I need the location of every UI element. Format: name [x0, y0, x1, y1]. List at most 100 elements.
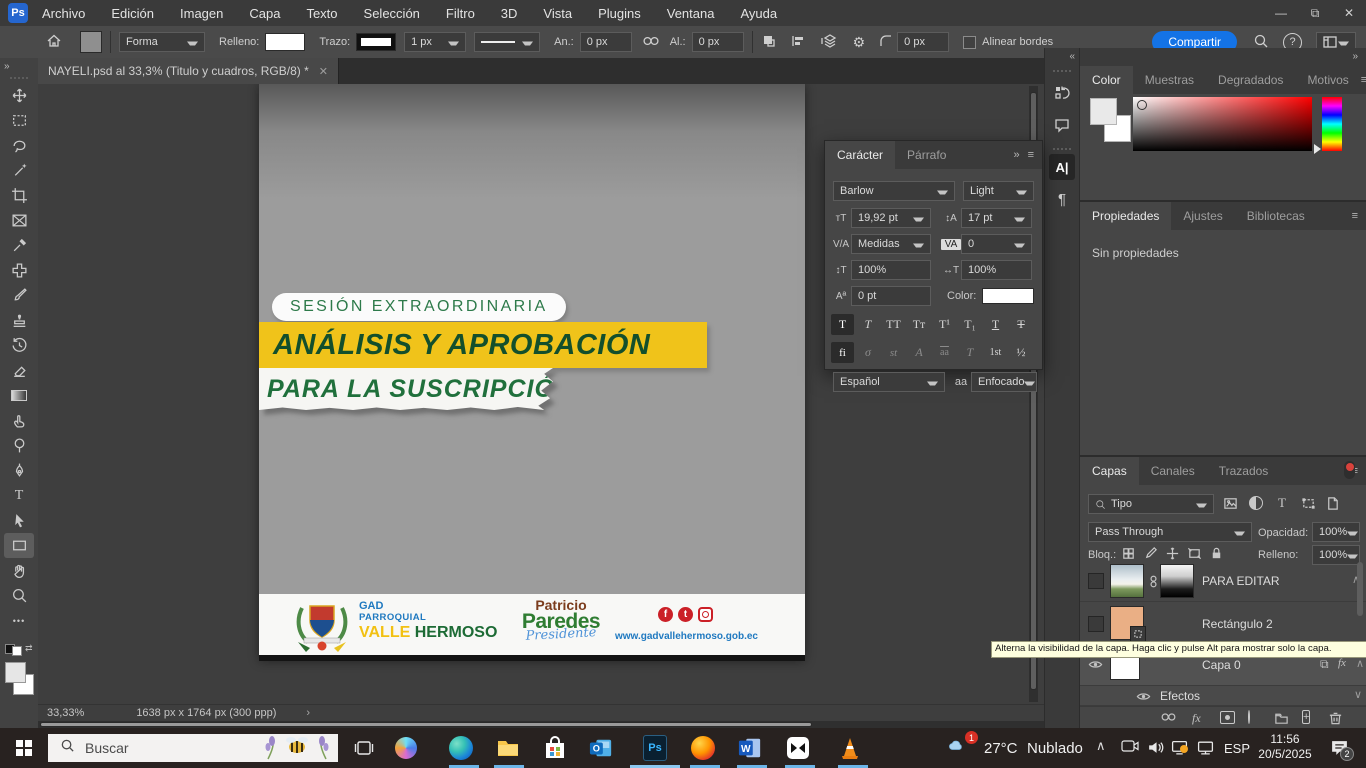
hue-slider[interactable] — [1322, 97, 1342, 151]
superscript-button[interactable]: T¹ — [933, 314, 956, 335]
clone-stamp-tool[interactable] — [4, 308, 34, 333]
text-color-swatch[interactable] — [982, 288, 1034, 304]
subscript-button[interactable]: T₁ — [959, 314, 982, 335]
layer-effects-row[interactable]: Efectos ∨ — [1080, 686, 1366, 706]
stroke-width-select[interactable]: 1 px — [404, 32, 466, 52]
menu-ventana[interactable]: Ventana — [667, 6, 715, 21]
weather-condition-text[interactable]: Nublado — [1027, 740, 1083, 757]
brush-tool[interactable] — [4, 283, 34, 308]
layer-thumbnail[interactable] — [1110, 564, 1144, 598]
start-button[interactable] — [0, 728, 48, 768]
stroke-style-select[interactable] — [474, 32, 540, 52]
eraser-tool[interactable] — [4, 358, 34, 383]
layer-row-para-editar[interactable]: PARA EDITAR ∧ — [1080, 560, 1366, 602]
outlook-icon[interactable]: O — [589, 736, 613, 760]
visibility-checkbox[interactable] — [1088, 616, 1104, 632]
paragraph-panel-icon[interactable]: ¶ — [1049, 186, 1075, 212]
foreground-color-swatch[interactable] — [1090, 98, 1117, 125]
menu-vista[interactable]: Vista — [543, 6, 572, 21]
history-brush-tool[interactable] — [4, 333, 34, 358]
vlc-icon[interactable] — [838, 736, 862, 760]
expand-effects-icon[interactable]: ∨ — [1354, 688, 1362, 701]
home-icon[interactable] — [46, 33, 62, 52]
hue-slider-marker[interactable] — [1314, 144, 1326, 154]
tab-canales[interactable]: Canales — [1139, 457, 1207, 485]
dock-grip[interactable] — [1053, 148, 1071, 150]
edge-icon[interactable] — [449, 736, 473, 760]
edit-toolbar-icon[interactable]: ••• — [4, 608, 34, 633]
stroke-swatch[interactable] — [356, 33, 396, 51]
microsoft-store-icon[interactable] — [543, 736, 567, 760]
new-group-icon[interactable] — [1274, 711, 1289, 729]
collapse-effects-icon[interactable]: ∧ — [1356, 657, 1364, 670]
color-picker-ring[interactable] — [1137, 100, 1147, 110]
pen-tool[interactable] — [4, 458, 34, 483]
alternates-button[interactable]: aa — [933, 342, 956, 363]
underline-button[interactable]: T — [984, 314, 1007, 335]
panel-menu-icon[interactable]: ≡ — [1352, 210, 1358, 222]
fractions-button[interactable]: ½ — [1010, 342, 1033, 363]
lasso-tool[interactable] — [4, 133, 34, 158]
path-arrangement-icon[interactable] — [821, 33, 839, 52]
ordinal-1st-button[interactable]: 1st — [984, 342, 1007, 363]
tab-motivos[interactable]: Motivos — [1295, 66, 1360, 94]
font-size-select[interactable]: 19,92 pt — [851, 208, 931, 228]
filter-smart-objects-icon[interactable] — [1322, 494, 1342, 512]
toolbar-grip[interactable] — [10, 77, 28, 79]
font-style-select[interactable]: Light — [963, 181, 1034, 201]
hand-tool[interactable] — [4, 558, 34, 583]
healing-brush-tool[interactable] — [4, 258, 34, 283]
tab-propiedades[interactable]: Propiedades — [1080, 202, 1171, 230]
tab-capas[interactable]: Capas — [1080, 457, 1139, 485]
task-view-icon[interactable] — [352, 736, 376, 760]
dock-collapse-icon[interactable]: « — [1069, 51, 1075, 62]
new-adjustment-layer-icon[interactable] — [1248, 711, 1250, 723]
height-input[interactable]: 0 px — [692, 32, 744, 52]
eyedropper-tool[interactable] — [4, 233, 34, 258]
delete-layer-icon[interactable] — [1328, 711, 1343, 729]
history-panel-icon[interactable] — [1049, 80, 1075, 106]
horizontal-scale-input[interactable]: 100% — [961, 260, 1032, 280]
menu-ayuda[interactable]: Ayuda — [740, 6, 777, 21]
zoom-level[interactable]: 33,33% — [47, 707, 84, 719]
tab-color[interactable]: Color — [1080, 66, 1133, 94]
zoom-tool[interactable] — [4, 583, 34, 608]
toolbar-collapse-icon[interactable]: » — [0, 58, 14, 75]
smudge-tool[interactable] — [4, 408, 34, 433]
all-caps-button[interactable]: TT — [882, 314, 905, 335]
blend-mode-select[interactable]: Pass Through — [1088, 522, 1252, 542]
menu-plugins[interactable]: Plugins — [598, 6, 641, 21]
gear-icon[interactable]: ⚙ — [853, 34, 866, 51]
effects-eye-icon[interactable] — [1136, 689, 1151, 707]
layers-scrollbar[interactable] — [1357, 562, 1363, 616]
word-icon[interactable]: W — [738, 736, 762, 760]
tab-muestras[interactable]: Muestras — [1133, 66, 1206, 94]
meet-now-icon[interactable] — [1121, 739, 1139, 758]
comments-panel-icon[interactable] — [1049, 112, 1075, 138]
font-family-select[interactable]: Barlow — [833, 181, 955, 201]
tab-degradados[interactable]: Degradados — [1206, 66, 1295, 94]
link-dimensions-icon[interactable] — [642, 35, 660, 50]
saturation-field[interactable] — [1133, 97, 1312, 151]
menu-seleccion[interactable]: Selección — [364, 6, 420, 21]
tracking-select[interactable]: 0 — [961, 234, 1032, 254]
status-chevron-icon[interactable]: › — [306, 707, 310, 719]
path-selection-tool[interactable] — [4, 508, 34, 533]
weather-icon[interactable] — [948, 737, 965, 759]
crop-tool[interactable] — [4, 183, 34, 208]
quick-selection-tool[interactable] — [4, 158, 34, 183]
tray-expand-chevron-icon[interactable]: ∧ — [1096, 738, 1106, 754]
layer-filter-select[interactable]: Tipo — [1088, 494, 1214, 514]
antialias-select[interactable]: Enfocado — [971, 372, 1037, 392]
horizontal-scrollbar[interactable] — [38, 721, 1044, 728]
ordinals-button[interactable]: σ — [857, 342, 880, 363]
firefox-icon[interactable] — [691, 736, 715, 760]
file-explorer-icon[interactable] — [496, 736, 520, 760]
opacity-select[interactable]: 100% — [1312, 522, 1360, 542]
align-edges-checkbox[interactable] — [963, 36, 976, 49]
link-layers-icon[interactable] — [1160, 711, 1177, 726]
discretionary-ligatures-button[interactable]: st — [882, 342, 905, 363]
tab-parrafo[interactable]: Párrafo — [895, 141, 958, 169]
copilot-icon[interactable] — [394, 736, 418, 760]
default-swatches-icon[interactable]: ⇄ — [5, 641, 32, 656]
